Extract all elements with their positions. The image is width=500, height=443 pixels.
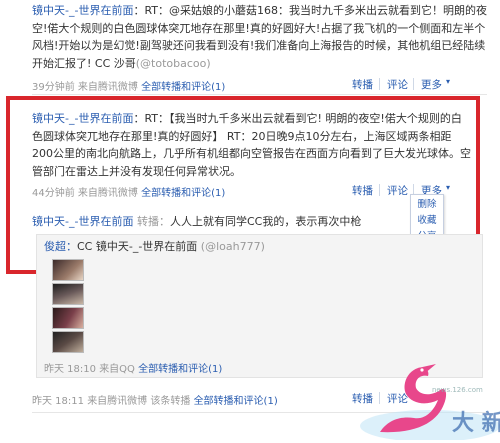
post-3-author[interactable]: 镜中天-_-世界在前面	[32, 215, 133, 228]
post-2-comment-button[interactable]: 评论	[387, 183, 408, 198]
quoted-post-time[interactable]: 昨天 18:10	[44, 364, 96, 375]
watermark-site: news.126.com	[432, 386, 483, 394]
menu-item-delete[interactable]: 删除	[411, 197, 443, 213]
thumbnail-image-2[interactable]	[52, 283, 84, 305]
quoted-post-author: CC 镜中天-_-世界在前面	[77, 240, 198, 253]
thumbnail-image-3[interactable]	[52, 307, 84, 329]
post-1-sep-2	[413, 78, 414, 90]
post-3-thread-link[interactable]: 全部转播和评论(1)	[194, 396, 278, 407]
post-1-comment-button[interactable]: 评论	[387, 77, 408, 92]
quoted-post-image-strip[interactable]	[52, 259, 84, 355]
flamingo-logo-icon: 大 新闻 news.126.com	[360, 364, 500, 442]
quoted-post-source: 来自QQ	[99, 364, 135, 375]
post-1-author[interactable]: 镜中天-_-世界在前面	[32, 4, 133, 17]
post-3-text: 人人上就有同学CC我的，表示再次中枪	[169, 215, 362, 228]
site-watermark: 大 新闻 news.126.com	[340, 350, 500, 442]
quoted-post-mention[interactable]: (@loah777)	[201, 240, 265, 253]
quoted-post-header: 俊超：CC 镜中天-_-世界在前面 (@loah777)	[44, 238, 424, 256]
post-1-source: 来自腾讯微博	[77, 82, 138, 93]
post-1-forward-button[interactable]: 转播	[352, 77, 373, 92]
menu-item-favorite[interactable]: 收藏	[411, 213, 443, 229]
post-3-time[interactable]: 昨天 18:11	[32, 396, 84, 407]
post-2-meta: 44分钟前 来自腾讯微博 全部转播和评论(1)	[32, 184, 225, 199]
post-2-forward-button[interactable]: 转播	[352, 183, 373, 198]
thumbnail-image-4[interactable]	[52, 331, 84, 353]
post-1-body: 镜中天-_-世界在前面：RT：@采姑娘的小蘑菇168：我当时九千多米出云就看到它…	[32, 2, 487, 72]
divider-1	[32, 94, 487, 95]
post-1-mention[interactable]: (@totobacoo)	[136, 57, 211, 70]
post-2-sep-1	[379, 184, 380, 196]
post-3-action-word: 转播：	[136, 215, 170, 228]
post-3-extra: 该条转播	[150, 396, 191, 407]
quoted-post-meta: 昨天 18:10 来自QQ 全部转播和评论(1)	[44, 360, 222, 375]
post-1-time[interactable]: 39分钟前	[32, 82, 75, 93]
post-2-time[interactable]: 44分钟前	[32, 188, 75, 199]
watermark-text: 大 新闻	[452, 410, 500, 436]
post-2-author[interactable]: 镜中天-_-世界在前面	[32, 112, 133, 125]
post-2-more-chevron-icon[interactable]: ▾	[446, 183, 450, 192]
quoted-post-thread-link[interactable]: 全部转播和评论(1)	[138, 364, 222, 375]
post-1-thread-link[interactable]: 全部转播和评论(1)	[141, 82, 225, 93]
post-1-sep-1	[379, 78, 380, 90]
post-3-body: 镜中天-_-世界在前面 转播：人人上就有同学CC我的，表示再次中枪	[32, 213, 402, 231]
post-1-more-chevron-icon[interactable]: ▾	[446, 77, 450, 86]
post-2-thread-link[interactable]: 全部转播和评论(1)	[141, 188, 225, 199]
post-1-meta: 39分钟前 来自腾讯微博 全部转播和评论(1)	[32, 78, 225, 93]
post-1-more-button[interactable]: 更多	[421, 77, 442, 92]
post-2-source: 来自腾讯微博	[77, 188, 138, 199]
quoted-post-author-prefix[interactable]: 俊超：	[44, 240, 77, 253]
post-2-body: 镜中天-_-世界在前面：RT：【我当时九千多米出云就看到它! 明朗的夜空!偌大个…	[32, 110, 472, 180]
post-3-source: 来自腾讯微博	[87, 396, 148, 407]
post-3-meta: 昨天 18:11 来自腾讯微博 该条转播 全部转播和评论(1)	[32, 392, 278, 407]
thumbnail-image-1[interactable]	[52, 259, 84, 281]
